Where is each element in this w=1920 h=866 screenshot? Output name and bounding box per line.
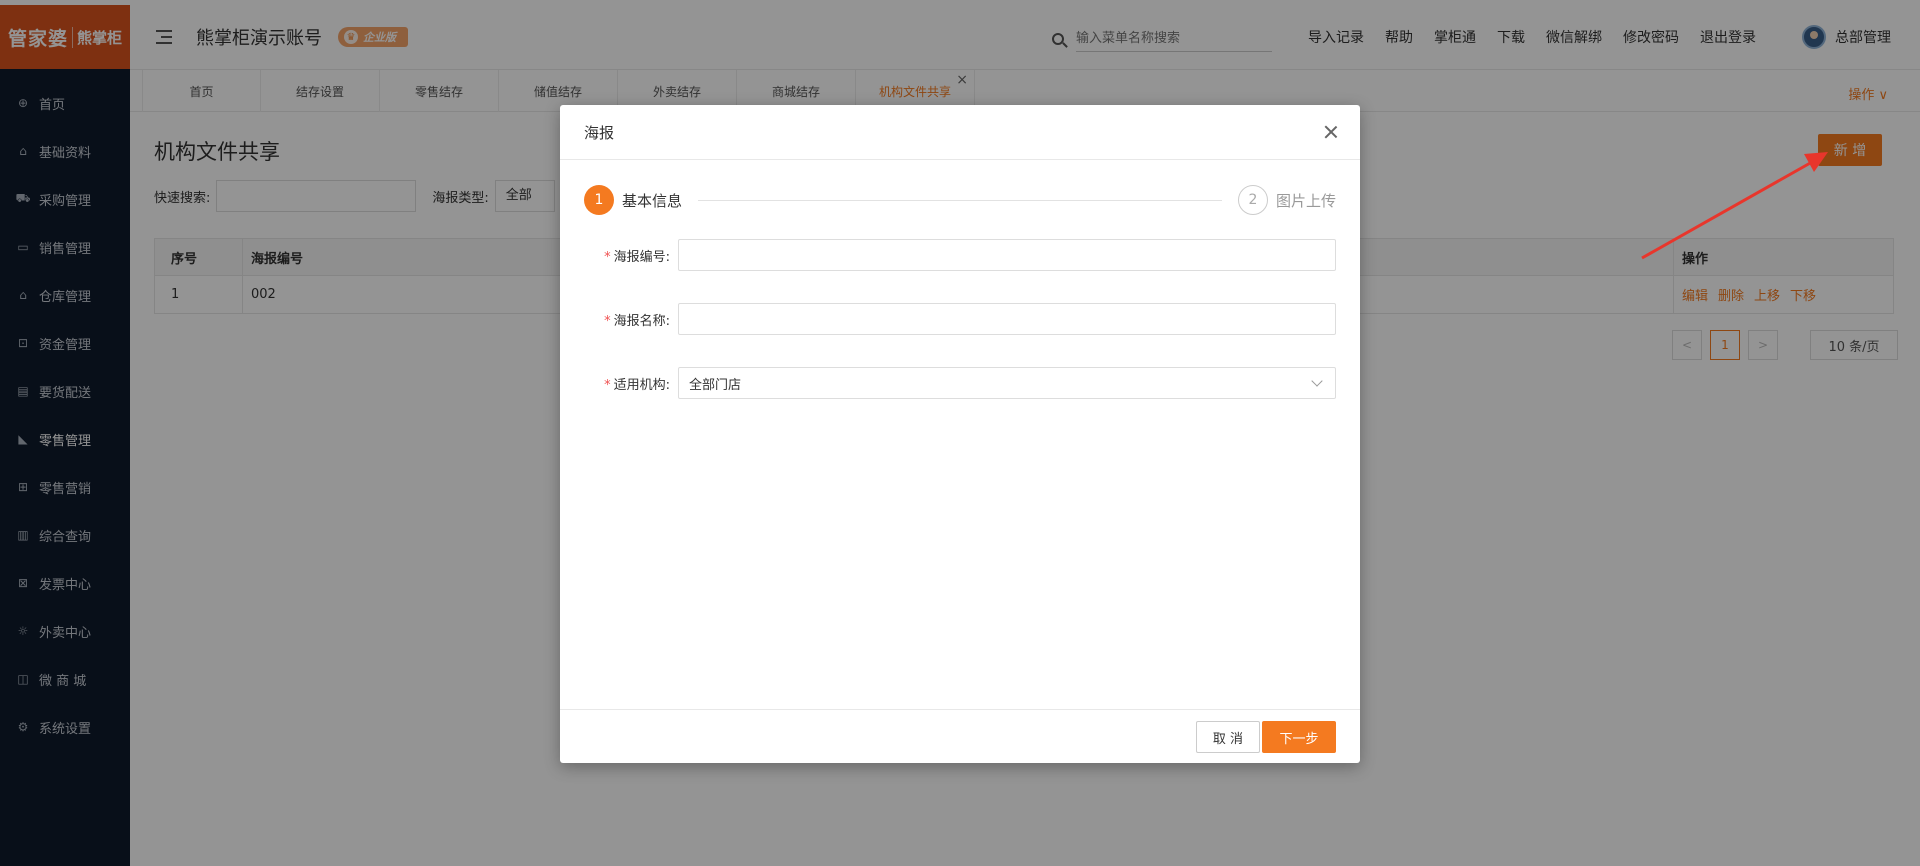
step-1-circle: 1: [584, 185, 614, 215]
step-2-label: 图片上传: [1275, 191, 1336, 210]
poster-code-label-text: 海报编号:: [613, 249, 670, 265]
poster-code-label: * 海报编号:: [584, 246, 678, 265]
modal-title: 海报: [584, 123, 615, 142]
cancel-button[interactable]: 取 消: [1196, 721, 1260, 753]
poster-name-input[interactable]: [678, 303, 1336, 335]
next-step-button[interactable]: 下一步: [1262, 721, 1336, 753]
applicable-org-select[interactable]: 全部门店: [678, 367, 1336, 399]
form-row-name: * 海报名称:: [584, 303, 1336, 335]
applicable-org-label-text: 适用机构:: [613, 377, 670, 393]
step-1-label: 基本信息: [622, 191, 683, 210]
poster-name-label-text: 海报名称:: [613, 313, 670, 329]
chevron-down-icon: [1311, 375, 1323, 387]
form-row-org: * 适用机构: 全部门店: [584, 367, 1336, 399]
applicable-org-value: 全部门店: [689, 377, 742, 393]
required-mark: *: [604, 313, 611, 329]
form-row-code: * 海报编号:: [584, 239, 1336, 271]
modal-header: 海报: [560, 105, 1360, 160]
poster-form: * 海报编号: * 海报名称: * 适用机构: 全部门店: [584, 239, 1336, 431]
applicable-org-label: * 适用机构:: [584, 374, 678, 393]
step-2-circle: 2: [1237, 185, 1268, 215]
close-icon[interactable]: [1324, 125, 1338, 139]
step-indicator: 1 基本信息 2 图片上传: [584, 185, 1336, 215]
poster-code-input[interactable]: [678, 239, 1336, 271]
required-mark: *: [604, 249, 611, 265]
step-connector: [698, 199, 1222, 201]
poster-name-label: * 海报名称:: [584, 310, 678, 329]
required-mark: *: [604, 377, 611, 393]
poster-modal: 海报 1 基本信息 2 图片上传 * 海报编号: * 海报名称: * 适用机构: 全部…: [560, 105, 1360, 763]
modal-footer: 取 消 下一步: [560, 709, 1360, 763]
